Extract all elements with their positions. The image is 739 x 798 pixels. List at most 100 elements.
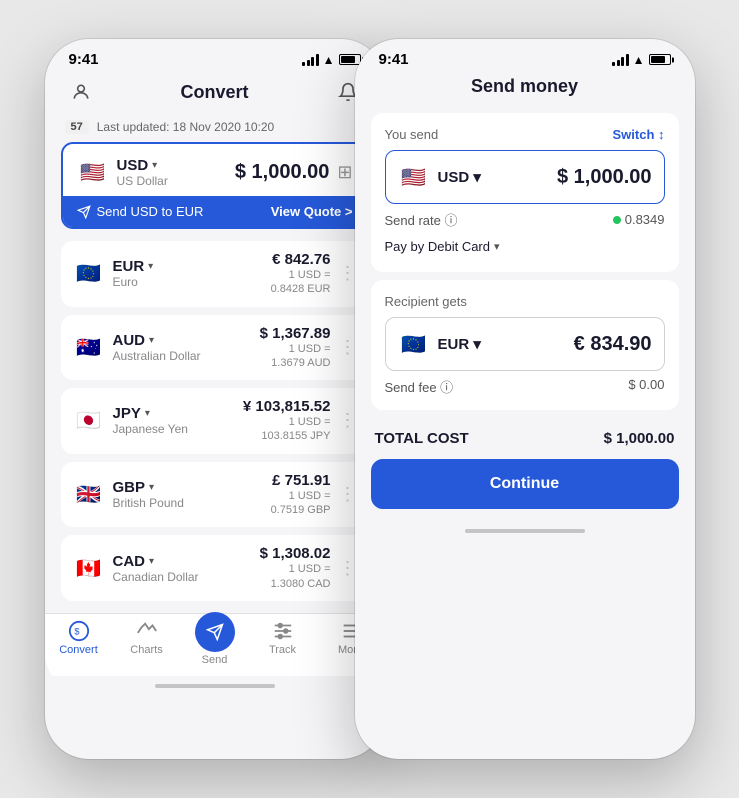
profile-icon-btn[interactable]	[65, 76, 97, 108]
eur-code: EUR	[113, 258, 145, 275]
svg-text:$: $	[74, 627, 79, 637]
eur-more[interactable]: ⋮	[339, 263, 357, 284]
send-usd-code[interactable]: USD ▾	[438, 168, 481, 186]
gbp-name: British Pound	[113, 496, 184, 510]
nav-send-label: Send	[202, 654, 228, 666]
nav-send[interactable]: Send	[181, 620, 249, 666]
gbp-code: GBP	[113, 479, 146, 496]
app-header-convert: Convert	[45, 72, 385, 116]
you-send-label: You send	[385, 127, 439, 142]
jpy-rate: 1 USD =103.8155 JPY	[243, 415, 331, 444]
usd-amount: $ 1,000.00	[235, 161, 330, 184]
last-updated-bar: 57 Last updated: 18 Nov 2020 10:20	[45, 116, 385, 142]
aud-rate: 1 USD =1.3679 AUD	[260, 342, 331, 371]
bottom-nav: $ Convert Charts Send	[45, 613, 385, 676]
nav-convert[interactable]: $ Convert	[45, 620, 113, 666]
phone-convert: 9:41 ▲	[45, 39, 385, 759]
cad-more[interactable]: ⋮	[339, 558, 357, 579]
cad-dropdown[interactable]: ▾	[149, 556, 154, 567]
status-icons-1: ▲	[302, 53, 360, 67]
gbp-flag: 🇬🇧	[73, 479, 105, 511]
you-send-section: You send Switch ↕ 🇺🇸 USD ▾ $ 1,000.00 Se…	[371, 113, 679, 272]
rate-number: 0.8349	[625, 212, 665, 227]
calculator-icon[interactable]: ⊞	[337, 162, 352, 183]
green-dot-icon	[613, 216, 621, 224]
send-rate-row: Send rate ⓘ 0.8349	[385, 204, 665, 235]
recipient-currency-row: 🇪🇺 EUR ▾ € 834.90	[385, 317, 665, 371]
total-cost-bar: TOTAL COST $ 1,000.00	[355, 418, 695, 459]
you-send-label-row: You send Switch ↕	[385, 127, 665, 142]
cad-amount: $ 1,308.02	[260, 545, 331, 562]
eur-rate: 1 USD =0.8428 EUR	[271, 268, 331, 297]
gbp-dropdown[interactable]: ▾	[149, 482, 154, 493]
you-send-currency-left: 🇺🇸 USD ▾	[398, 161, 481, 193]
aud-amount: $ 1,367.89	[260, 325, 331, 342]
total-cost-value: $ 1,000.00	[604, 430, 675, 447]
recipient-eur-flag: 🇪🇺	[398, 328, 430, 360]
recipient-gets-label: Recipient gets	[385, 294, 665, 309]
wifi-icon-2: ▲	[633, 53, 645, 67]
nav-charts[interactable]: Charts	[113, 620, 181, 666]
switch-btn[interactable]: Switch ↕	[612, 127, 664, 142]
jpy-row[interactable]: 🇯🇵 JPY ▾ Japanese Yen ¥ 103,815.52	[61, 388, 369, 454]
aud-code: AUD	[113, 332, 146, 349]
cad-rate: 1 USD =1.3080 CAD	[260, 562, 331, 591]
aud-dropdown[interactable]: ▾	[149, 335, 154, 346]
usd-dropdown-arrow[interactable]: ▾	[152, 160, 157, 171]
send-usd-to-eur-label: Send USD to EUR	[77, 204, 204, 219]
time-display-1: 9:41	[69, 51, 99, 68]
send-rate-value: 0.8349	[613, 212, 665, 227]
continue-button[interactable]: Continue	[371, 459, 679, 509]
jpy-amount: ¥ 103,815.52	[243, 398, 331, 415]
jpy-name: Japanese Yen	[113, 422, 188, 436]
recipient-currency-left: 🇪🇺 EUR ▾	[398, 328, 481, 360]
last-updated-text: Last updated: 18 Nov 2020 10:20	[97, 120, 274, 134]
eur-dropdown[interactable]: ▾	[148, 261, 153, 272]
usd-code: USD	[117, 157, 149, 174]
aud-flag: 🇦🇺	[73, 331, 105, 363]
home-indicator-1	[45, 676, 385, 696]
cad-row[interactable]: 🇨🇦 CAD ▾ Canadian Dollar $ 1,308.02	[61, 535, 369, 601]
phone-send: 9:41 ▲ Send money	[355, 39, 695, 759]
view-quote-btn[interactable]: View Quote >	[271, 204, 353, 219]
send-quote-bar[interactable]: Send USD to EUR View Quote >	[63, 196, 367, 227]
gbp-more[interactable]: ⋮	[339, 484, 357, 505]
battery-icon-2	[649, 54, 671, 65]
eur-name: Euro	[113, 275, 154, 289]
phones-container: 9:41 ▲	[45, 39, 695, 759]
eur-row[interactable]: 🇪🇺 EUR ▾ Euro € 842.76 1 USD =0.8	[61, 241, 369, 307]
recipient-amount: € 834.90	[574, 333, 652, 356]
nav-track[interactable]: Track	[249, 620, 317, 666]
send-fee-value: $ 0.00	[628, 377, 664, 396]
usd-name: US Dollar	[117, 174, 168, 188]
jpy-dropdown[interactable]: ▾	[145, 408, 150, 419]
eur-flag: 🇪🇺	[73, 258, 105, 290]
cad-code: CAD	[113, 553, 146, 570]
aud-more[interactable]: ⋮	[339, 337, 357, 358]
pay-method-row[interactable]: Pay by Debit Card ▾	[385, 235, 665, 258]
pay-method-label: Pay by Debit Card	[385, 239, 491, 254]
send-amount[interactable]: $ 1,000.00	[557, 166, 652, 189]
send-rate-label: Send rate ⓘ	[385, 210, 458, 229]
jpy-flag: 🇯🇵	[73, 405, 105, 437]
nav-track-label: Track	[269, 644, 296, 656]
jpy-more[interactable]: ⋮	[339, 410, 357, 431]
aud-row[interactable]: 🇦🇺 AUD ▾ Australian Dollar $ 1,367.89	[61, 315, 369, 381]
gbp-row[interactable]: 🇬🇧 GBP ▾ British Pound £ 751.91 1	[61, 462, 369, 528]
cad-flag: 🇨🇦	[73, 552, 105, 584]
usd-currency-info: 🇺🇸 USD ▾ US Dollar	[77, 156, 168, 188]
currency-list: 🇪🇺 EUR ▾ Euro € 842.76 1 USD =0.8	[45, 237, 385, 613]
recipient-eur-code[interactable]: EUR ▾	[438, 335, 481, 353]
nav-charts-label: Charts	[130, 644, 162, 656]
battery-icon	[339, 54, 361, 65]
status-bar-1: 9:41 ▲	[45, 39, 385, 72]
status-bar-2: 9:41 ▲	[355, 39, 695, 72]
signal-icon-2	[612, 54, 629, 66]
update-badge: 57	[65, 120, 89, 134]
recipient-section: Recipient gets 🇪🇺 EUR ▾ € 834.90 Send fe…	[371, 280, 679, 410]
send-fee-row: Send fee ⓘ $ 0.00	[385, 371, 665, 396]
cad-name: Canadian Dollar	[113, 570, 199, 584]
aud-name: Australian Dollar	[113, 349, 201, 363]
send-money-title: Send money	[471, 76, 578, 96]
you-send-currency-row: 🇺🇸 USD ▾ $ 1,000.00	[385, 150, 665, 204]
